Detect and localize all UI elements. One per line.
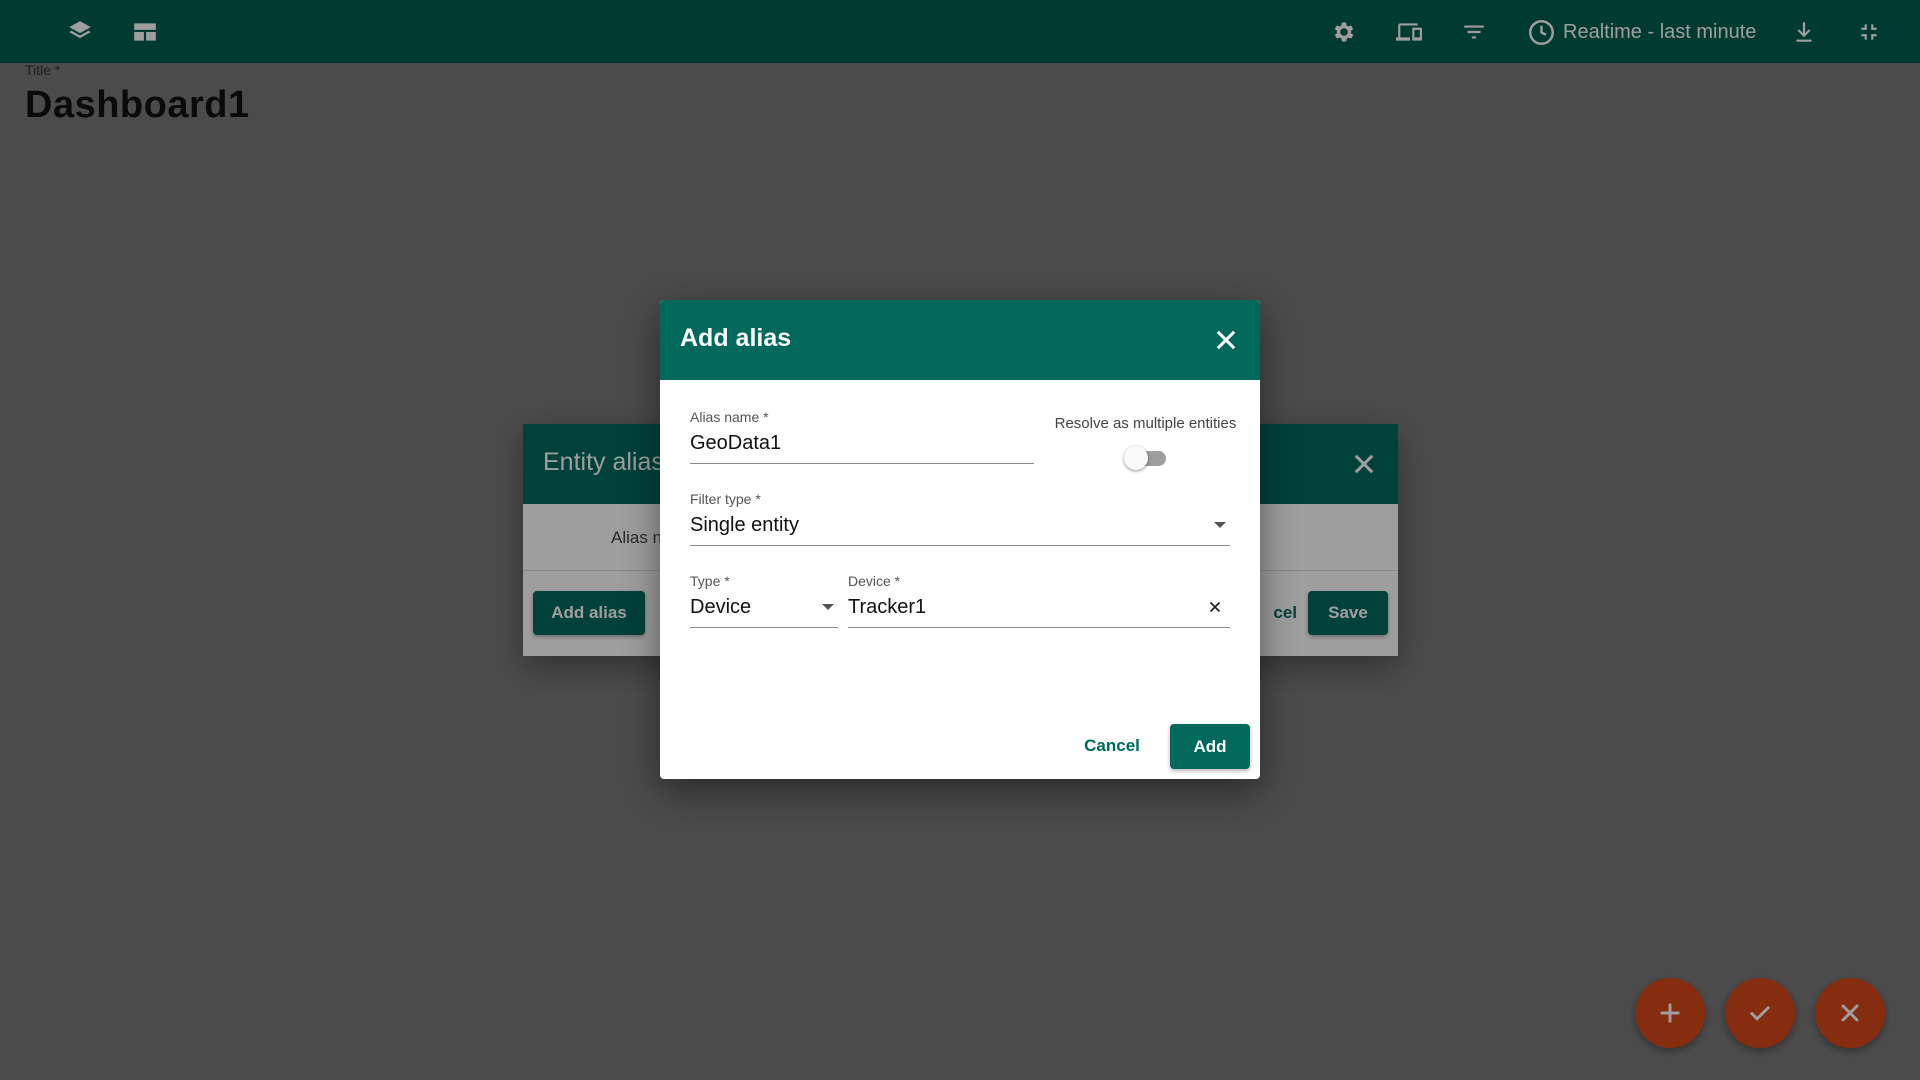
filter-type-value: Single entity: [690, 514, 799, 536]
filter-type-field: Filter type * Single entity: [690, 491, 1230, 546]
add-alias-title: Add alias: [680, 324, 792, 352]
cancel-button[interactable]: Cancel: [1074, 724, 1150, 768]
device-field: Device * Tracker1: [848, 573, 1230, 628]
filter-type-select[interactable]: Single entity: [690, 513, 1230, 546]
add-button[interactable]: Add: [1170, 724, 1250, 769]
entity-type-select[interactable]: Device: [690, 595, 838, 628]
clear-icon[interactable]: [1206, 598, 1226, 618]
device-autocomplete[interactable]: Tracker1: [848, 595, 1230, 628]
alias-name-input[interactable]: GeoData1: [690, 431, 1034, 464]
entity-type-value: Device: [690, 596, 752, 618]
entity-type-label: Type *: [690, 573, 730, 589]
entity-type-field: Type * Device: [690, 573, 838, 628]
alias-name-label: Alias name *: [690, 409, 769, 425]
toggle-thumb: [1123, 446, 1148, 470]
chevron-down-icon: [1214, 522, 1226, 528]
close-icon[interactable]: [1212, 326, 1240, 354]
device-label: Device *: [848, 573, 901, 589]
alias-name-field: Alias name * GeoData1: [690, 409, 1034, 464]
resolve-multiple-toggle[interactable]: [1123, 446, 1168, 470]
resolve-multiple-field: Resolve as multiple entities: [1048, 415, 1243, 470]
chevron-down-icon: [822, 604, 834, 610]
device-value: Tracker1: [848, 596, 927, 618]
filter-type-label: Filter type *: [690, 491, 761, 507]
add-alias-dialog: Add alias Alias name * GeoData1 Resolve …: [660, 300, 1260, 779]
resolve-multiple-label: Resolve as multiple entities: [1054, 415, 1237, 432]
add-alias-header: Add alias: [660, 300, 1260, 380]
